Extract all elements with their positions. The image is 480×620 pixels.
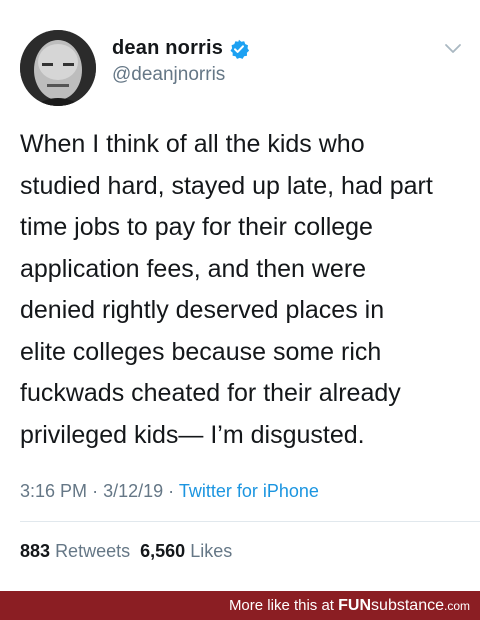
meta-separator: · xyxy=(92,481,99,501)
footer-brand-rest: substance xyxy=(371,596,444,614)
footer-brand-bold: FUN xyxy=(338,596,372,614)
divider xyxy=(20,521,480,522)
tweet-time[interactable]: 3:16 PM xyxy=(20,481,87,501)
footer-prefix: More like this at xyxy=(228,597,334,614)
retweets-count: 883 xyxy=(20,541,51,561)
retweets-stat[interactable]: 883 Retweets xyxy=(20,541,130,561)
user-handle[interactable]: @deanjnorris xyxy=(112,64,225,86)
likes-count: 6,560 xyxy=(140,541,186,561)
footer-brand-tld: .com xyxy=(443,598,470,613)
retweets-label: Retweets xyxy=(55,541,131,561)
author-name-row: dean norris xyxy=(112,37,250,60)
likes-label: Likes xyxy=(190,541,233,561)
tweet-date[interactable]: 3/12/19 xyxy=(103,481,163,501)
tweet-card: dean norris @deanjnorris When I think of… xyxy=(0,0,480,590)
tweet-stats: 883 Retweets 6,560 Likes xyxy=(20,541,232,562)
meta-separator: · xyxy=(168,481,175,501)
tweet-source-link[interactable]: Twitter for iPhone xyxy=(179,481,319,501)
avatar[interactable] xyxy=(20,30,96,106)
watermark-footer[interactable]: More like this at FUN substance .com xyxy=(0,591,480,620)
display-name[interactable]: dean norris xyxy=(112,37,223,60)
verified-badge-icon xyxy=(229,39,250,59)
tweet-text: When I think of all the kids who studied… xyxy=(20,130,433,449)
avatar-portrait-image xyxy=(20,30,96,106)
tweet-meta: 3:16 PM · 3/12/19 · Twitter for iPhone xyxy=(20,481,319,502)
chevron-down-icon[interactable] xyxy=(444,42,462,56)
likes-stat[interactable]: 6,560 Likes xyxy=(140,541,232,561)
